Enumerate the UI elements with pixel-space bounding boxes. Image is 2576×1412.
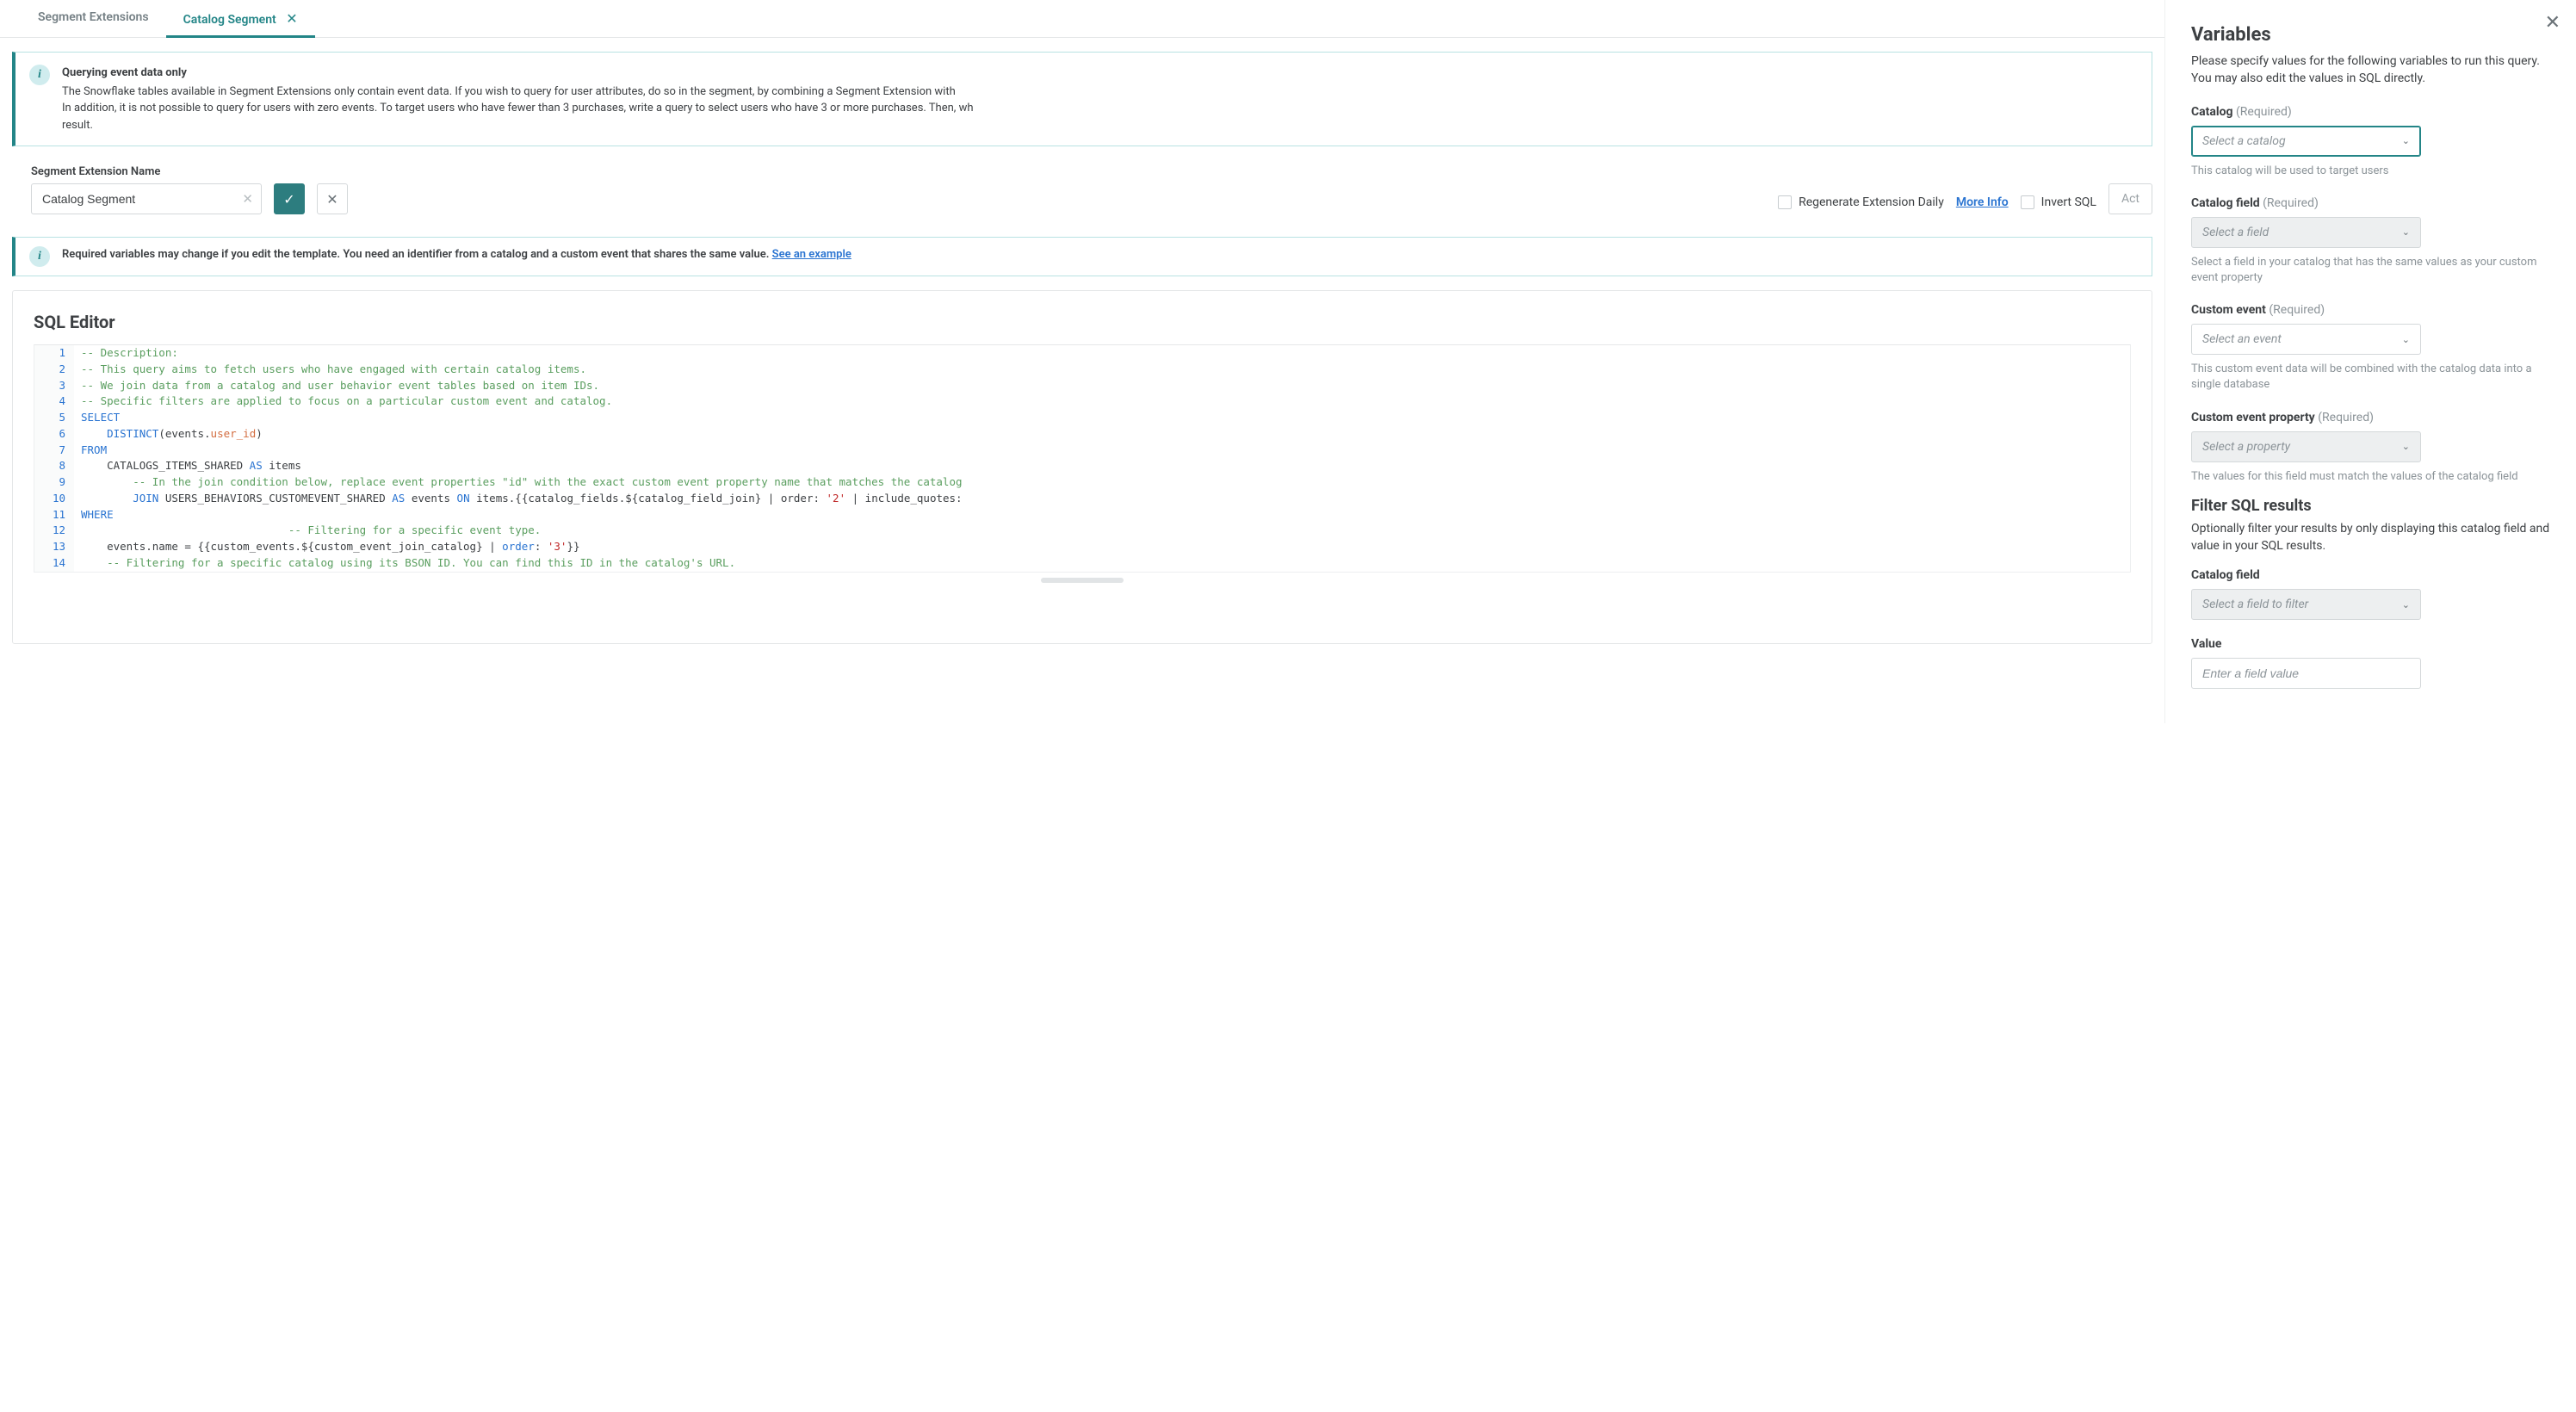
info-icon: i bbox=[29, 65, 50, 85]
invert-sql-checkbox[interactable] bbox=[2021, 195, 2034, 209]
panel-title: Variables bbox=[2191, 24, 2550, 46]
filter-field-select[interactable]: Select a field to filter ⌄ bbox=[2191, 589, 2421, 620]
info-title: Querying event data only bbox=[62, 65, 974, 82]
invert-sql-label: Invert SQL bbox=[2041, 195, 2096, 209]
info-body: The Snowflake tables available in Segmen… bbox=[62, 84, 974, 134]
tab-label: Catalog Segment bbox=[183, 13, 276, 27]
chevron-down-icon: ⌄ bbox=[2402, 226, 2410, 238]
catalog-select[interactable]: Select a catalog ⌄ bbox=[2191, 126, 2421, 157]
resize-handle[interactable] bbox=[1041, 578, 1124, 583]
regenerate-daily-label: Regenerate Extension Daily bbox=[1799, 195, 1944, 209]
sql-editor-title: SQL Editor bbox=[34, 312, 2131, 332]
panel-subtitle: Please specify values for the following … bbox=[2191, 53, 2550, 88]
info-icon: i bbox=[29, 246, 50, 267]
filter-title: Filter SQL results bbox=[2191, 497, 2550, 515]
name-label: Segment Extension Name bbox=[31, 165, 262, 178]
chevron-down-icon: ⌄ bbox=[2402, 135, 2410, 146]
chevron-down-icon: ⌄ bbox=[2402, 441, 2410, 452]
chevron-down-icon: ⌄ bbox=[2402, 334, 2410, 345]
info-required-variables: i Required variables may change if you e… bbox=[12, 237, 2152, 276]
catalog-field-select[interactable]: Select a field ⌄ bbox=[2191, 217, 2421, 248]
custom-event-select[interactable]: Select an event ⌄ bbox=[2191, 324, 2421, 355]
tabs: Segment Extensions Catalog Segment ✕ bbox=[0, 0, 2164, 38]
sql-editor-card: SQL Editor 1-- Description:2-- This quer… bbox=[12, 290, 2152, 644]
segment-name-input[interactable] bbox=[31, 183, 262, 214]
filter-field-label: Catalog field bbox=[2191, 568, 2550, 582]
regenerate-daily-checkbox[interactable] bbox=[1778, 195, 1792, 209]
custom-prop-help: The values for this field must match the… bbox=[2191, 469, 2550, 485]
catalog-field-help: Select a field in your catalog that has … bbox=[2191, 255, 2550, 286]
info-text: Required variables may change if you edi… bbox=[62, 248, 772, 261]
confirm-button[interactable]: ✓ bbox=[274, 183, 305, 214]
actions-button[interactable]: Act bbox=[2108, 183, 2152, 214]
clear-icon[interactable]: ✕ bbox=[242, 191, 253, 207]
tab-catalog-segment[interactable]: Catalog Segment ✕ bbox=[166, 0, 315, 37]
close-icon: ✕ bbox=[326, 191, 337, 207]
close-panel-button[interactable]: ✕ bbox=[2545, 12, 2561, 34]
catalog-label: Catalog bbox=[2191, 105, 2233, 119]
custom-event-help: This custom event data will be combined … bbox=[2191, 362, 2550, 393]
catalog-help: This catalog will be used to target user… bbox=[2191, 164, 2550, 179]
tab-segment-extensions[interactable]: Segment Extensions bbox=[21, 0, 166, 37]
chevron-down-icon: ⌄ bbox=[2402, 599, 2410, 610]
close-icon[interactable]: ✕ bbox=[286, 10, 297, 27]
more-info-link[interactable]: More Info bbox=[1956, 195, 2009, 209]
catalog-field-label: Catalog field bbox=[2191, 196, 2260, 210]
value-input[interactable] bbox=[2191, 658, 2421, 689]
custom-event-label: Custom event bbox=[2191, 303, 2266, 317]
value-label: Value bbox=[2191, 637, 2550, 651]
check-icon: ✓ bbox=[283, 191, 294, 207]
custom-prop-label: Custom event property bbox=[2191, 411, 2315, 424]
variables-panel: ✕ Variables Please specify values for th… bbox=[2164, 0, 2576, 723]
see-example-link[interactable]: See an example bbox=[772, 248, 851, 261]
sql-editor[interactable]: 1-- Description:2-- This query aims to f… bbox=[34, 344, 2131, 573]
filter-subtitle: Optionally filter your results by only d… bbox=[2191, 520, 2550, 555]
cancel-button[interactable]: ✕ bbox=[317, 183, 348, 214]
info-querying-event-data: i Querying event data only The Snowflake… bbox=[12, 52, 2152, 146]
custom-prop-select[interactable]: Select a property ⌄ bbox=[2191, 431, 2421, 462]
